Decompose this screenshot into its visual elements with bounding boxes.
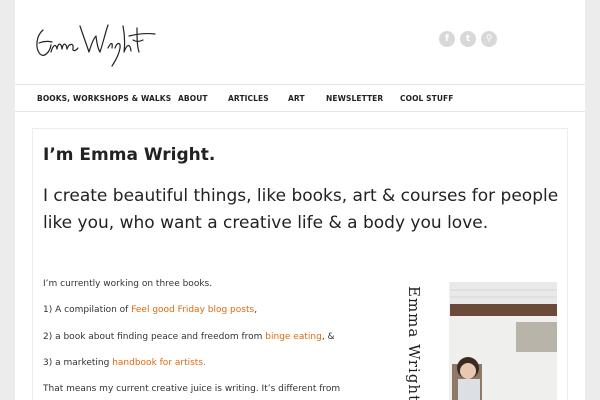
nav-item-art[interactable]: ART <box>288 94 305 103</box>
nav-item-articles[interactable]: ARTICLES <box>228 94 269 103</box>
author-photo: Emma Wright <box>392 282 557 400</box>
body-paragraph-2: 1) A compilation of Feel good Friday blo… <box>43 305 258 315</box>
search-icon[interactable]: ⚲ <box>481 31 497 47</box>
logo[interactable] <box>33 18 163 70</box>
handbook-for-artists-link[interactable]: handbook for artists. <box>112 358 206 368</box>
nav-item-about[interactable]: ABOUT <box>178 94 208 103</box>
body-paragraph-3: 2) a book about finding peace and freedo… <box>43 332 335 342</box>
body-paragraph-5: That means my current creative juice is … <box>43 384 341 394</box>
binge-eating-link[interactable]: binge eating <box>265 332 322 342</box>
nav-item-newsletter[interactable]: NEWSLETTER <box>326 94 383 103</box>
photo-book-title: Emma Wright <box>405 286 423 400</box>
body-paragraph-1: I’m currently working on three books. <box>43 279 213 289</box>
nav-item-cool-stuff[interactable]: COOL STUFF <box>400 94 454 103</box>
signature-logo-icon <box>36 24 156 67</box>
twitter-icon[interactable]: t <box>460 31 476 47</box>
feel-good-friday-link[interactable]: Feel good Friday blog posts <box>131 305 254 315</box>
nav-item-books-workshops-walks[interactable]: BOOKS, WORKSHOPS & WALKS <box>37 94 171 103</box>
site-header: f t ⚲ <box>15 0 585 85</box>
page-title: I’m Emma Wright. <box>43 145 216 165</box>
tagline: I create beautiful things, like books, a… <box>43 186 559 233</box>
facebook-icon[interactable]: f <box>439 31 455 47</box>
body-paragraph-4: 3) a marketing handbook for artists. <box>43 358 206 368</box>
main-nav: BOOKS, WORKSHOPS & WALKS ABOUT ARTICLES … <box>15 86 585 112</box>
